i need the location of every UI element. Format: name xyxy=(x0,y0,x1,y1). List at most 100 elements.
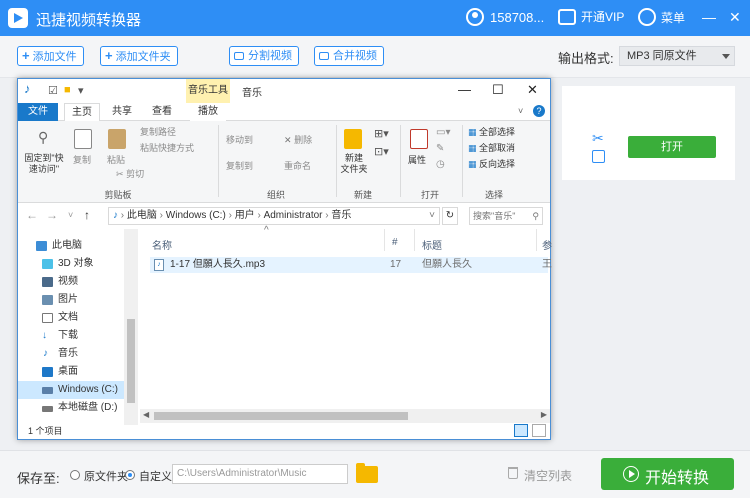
tab-view[interactable]: 查看 xyxy=(144,103,180,121)
clear-list-button[interactable]: 清空列表 xyxy=(524,467,572,484)
user-account[interactable]: 158708... xyxy=(466,8,544,26)
search-input[interactable]: 搜索"音乐" ⚲ xyxy=(469,207,543,225)
nav-item-documents[interactable]: 文档 xyxy=(18,309,124,327)
app-logo-icon xyxy=(8,8,28,28)
drive-icon xyxy=(42,387,53,394)
back-arrow-icon[interactable]: ← xyxy=(26,208,38,222)
up-arrow-icon[interactable]: ↑ xyxy=(84,208,90,222)
menu-label: 菜单 xyxy=(661,10,686,25)
address-dropdown-icon[interactable]: ˅ xyxy=(429,208,435,224)
close-icon[interactable]: ✕ xyxy=(729,10,741,24)
nav-item-local-disk-d[interactable]: 本地磁盘 (D:) xyxy=(18,399,124,417)
nav-item-windows-c[interactable]: Windows (C:) xyxy=(18,381,124,399)
invert-selection-button[interactable]: ▦ 反向选择 xyxy=(468,157,515,170)
paste-shortcut-button[interactable]: 粘贴快捷方式 xyxy=(140,141,194,154)
nav-scrollbar[interactable] xyxy=(124,229,138,425)
open-section-label: 打开 xyxy=(420,190,439,200)
properties-button[interactable]: 属性 xyxy=(408,153,426,166)
app-title: 迅捷视频转换器 xyxy=(36,12,142,29)
column-name[interactable]: 名称 xyxy=(152,237,172,252)
checkbox-icon[interactable]: ☑ xyxy=(48,84,58,97)
help-icon[interactable]: ? xyxy=(533,105,545,117)
minimize-icon[interactable]: — xyxy=(458,82,471,97)
horizontal-scrollbar[interactable]: ◀ ▶ xyxy=(140,409,550,423)
breadcrumb-drive-c[interactable]: Windows (C:) xyxy=(166,210,226,221)
breadcrumb-music[interactable]: 音乐 xyxy=(331,210,351,221)
radio-original-folder[interactable] xyxy=(70,470,80,480)
cut-button[interactable]: ✂ 剪切 xyxy=(116,167,144,180)
close-icon[interactable]: ✕ xyxy=(527,82,538,98)
open-button[interactable]: 打开 xyxy=(628,136,716,158)
recent-dropdown-icon[interactable]: ˅ xyxy=(68,210,73,220)
breadcrumb-administrator[interactable]: Administrator xyxy=(264,210,323,221)
trash-icon[interactable] xyxy=(508,467,518,479)
start-convert-button[interactable]: 开始转换 xyxy=(601,458,734,490)
address-bar[interactable]: ♪ › 此电脑 › Windows (C:) › 用户 › Administra… xyxy=(108,207,440,225)
radio-custom[interactable] xyxy=(125,470,135,480)
breadcrumb-users[interactable]: 用户 xyxy=(235,210,255,221)
output-path-input[interactable]: C:\Users\Administrator\Music xyxy=(172,464,348,484)
quick-access-dropdown-icon[interactable]: ▾ xyxy=(78,84,84,97)
format-select[interactable]: MP3 同原文件 xyxy=(619,46,735,66)
column-divider[interactable] xyxy=(536,229,537,251)
history-icon[interactable]: ◷ xyxy=(436,159,445,170)
nav-item-music[interactable]: ♪ 音乐 xyxy=(18,345,124,363)
new-folder-icon xyxy=(344,129,362,149)
edit-icon[interactable] xyxy=(592,150,605,163)
maximize-icon[interactable]: ☐ xyxy=(492,82,504,98)
pin-quick-access-button[interactable]: 固定到"快速访问" xyxy=(22,153,66,175)
scissors-icon[interactable]: ✂ xyxy=(592,130,604,147)
scroll-right-icon[interactable]: ▶ xyxy=(541,410,547,419)
tab-file[interactable]: 文件 xyxy=(18,103,58,121)
tab-play[interactable]: 播放 xyxy=(190,103,226,121)
nav-item-pictures[interactable]: 图片 xyxy=(18,291,124,309)
folder-icon[interactable]: ■ xyxy=(64,84,71,96)
clipboard-section-label: 剪贴板 xyxy=(104,190,132,200)
copy-path-button[interactable]: 复制路径 xyxy=(140,125,176,138)
breadcrumb-this-pc[interactable]: 此电脑 xyxy=(127,210,157,221)
file-row[interactable]: ♪ 1-17 但願人長久.mp3 17 但願人長久 王 xyxy=(150,257,552,273)
nav-item-downloads[interactable]: ↓ 下载 xyxy=(18,327,124,345)
easy-access-icon[interactable]: ⊡▾ xyxy=(374,145,389,158)
split-video-button[interactable]: 分割视频 xyxy=(229,46,299,66)
copy-to-button[interactable]: 复制到 xyxy=(226,159,253,172)
column-extra[interactable]: 参 xyxy=(542,237,552,252)
nav-scroll-thumb[interactable] xyxy=(127,319,135,403)
paste-button[interactable]: 粘贴 xyxy=(107,153,125,166)
add-folder-button[interactable]: + 添加文件夹 xyxy=(100,46,178,66)
column-number[interactable]: # xyxy=(392,237,398,248)
nav-item-3d-objects[interactable]: 3D 对象 xyxy=(18,255,124,273)
delete-button[interactable]: ✕ 删除 xyxy=(284,133,312,146)
column-divider[interactable] xyxy=(414,229,415,251)
forward-arrow-icon[interactable]: → xyxy=(46,208,58,222)
add-file-button[interactable]: + 添加文件 xyxy=(17,46,84,66)
rename-button[interactable]: 重命名 xyxy=(284,159,311,172)
merge-video-button[interactable]: 合并视频 xyxy=(314,46,384,66)
browse-folder-icon[interactable] xyxy=(356,463,378,483)
column-title[interactable]: 标题 xyxy=(422,237,442,252)
select-all-button[interactable]: ▦ 全部选择 xyxy=(468,125,515,138)
tab-share[interactable]: 共享 xyxy=(104,103,140,121)
nav-item-desktop[interactable]: 桌面 xyxy=(18,363,124,381)
minimize-icon[interactable]: — xyxy=(702,10,716,24)
horizontal-scroll-thumb[interactable] xyxy=(154,412,408,420)
new-folder-button[interactable]: 新建 文件夹 xyxy=(338,153,370,175)
new-item-icon[interactable]: ⊞▾ xyxy=(374,127,389,140)
edit-icon[interactable]: ✎ xyxy=(436,143,444,154)
ribbon-collapse-icon[interactable]: ˅ xyxy=(518,106,523,116)
vip-button[interactable]: 开通VIP xyxy=(558,8,624,25)
select-none-button[interactable]: ▦ 全部取消 xyxy=(468,141,515,154)
refresh-icon[interactable]: ↻ xyxy=(442,207,458,225)
large-icons-view-icon[interactable] xyxy=(532,424,546,437)
music-tools-tab[interactable]: 音乐工具 xyxy=(186,79,230,103)
nav-item-videos[interactable]: 视频 xyxy=(18,273,124,291)
column-divider[interactable] xyxy=(384,229,385,251)
copy-button[interactable]: 复制 xyxy=(73,153,91,166)
nav-item-this-pc[interactable]: 此电脑 xyxy=(18,237,124,255)
menu-button[interactable]: 菜单 xyxy=(638,8,685,26)
move-to-button[interactable]: 移动到 xyxy=(226,133,253,146)
tab-home[interactable]: 主页 xyxy=(64,103,100,121)
open-icon[interactable]: ▭▾ xyxy=(436,127,450,138)
scroll-left-icon[interactable]: ◀ xyxy=(143,410,149,419)
details-view-icon[interactable] xyxy=(514,424,528,437)
